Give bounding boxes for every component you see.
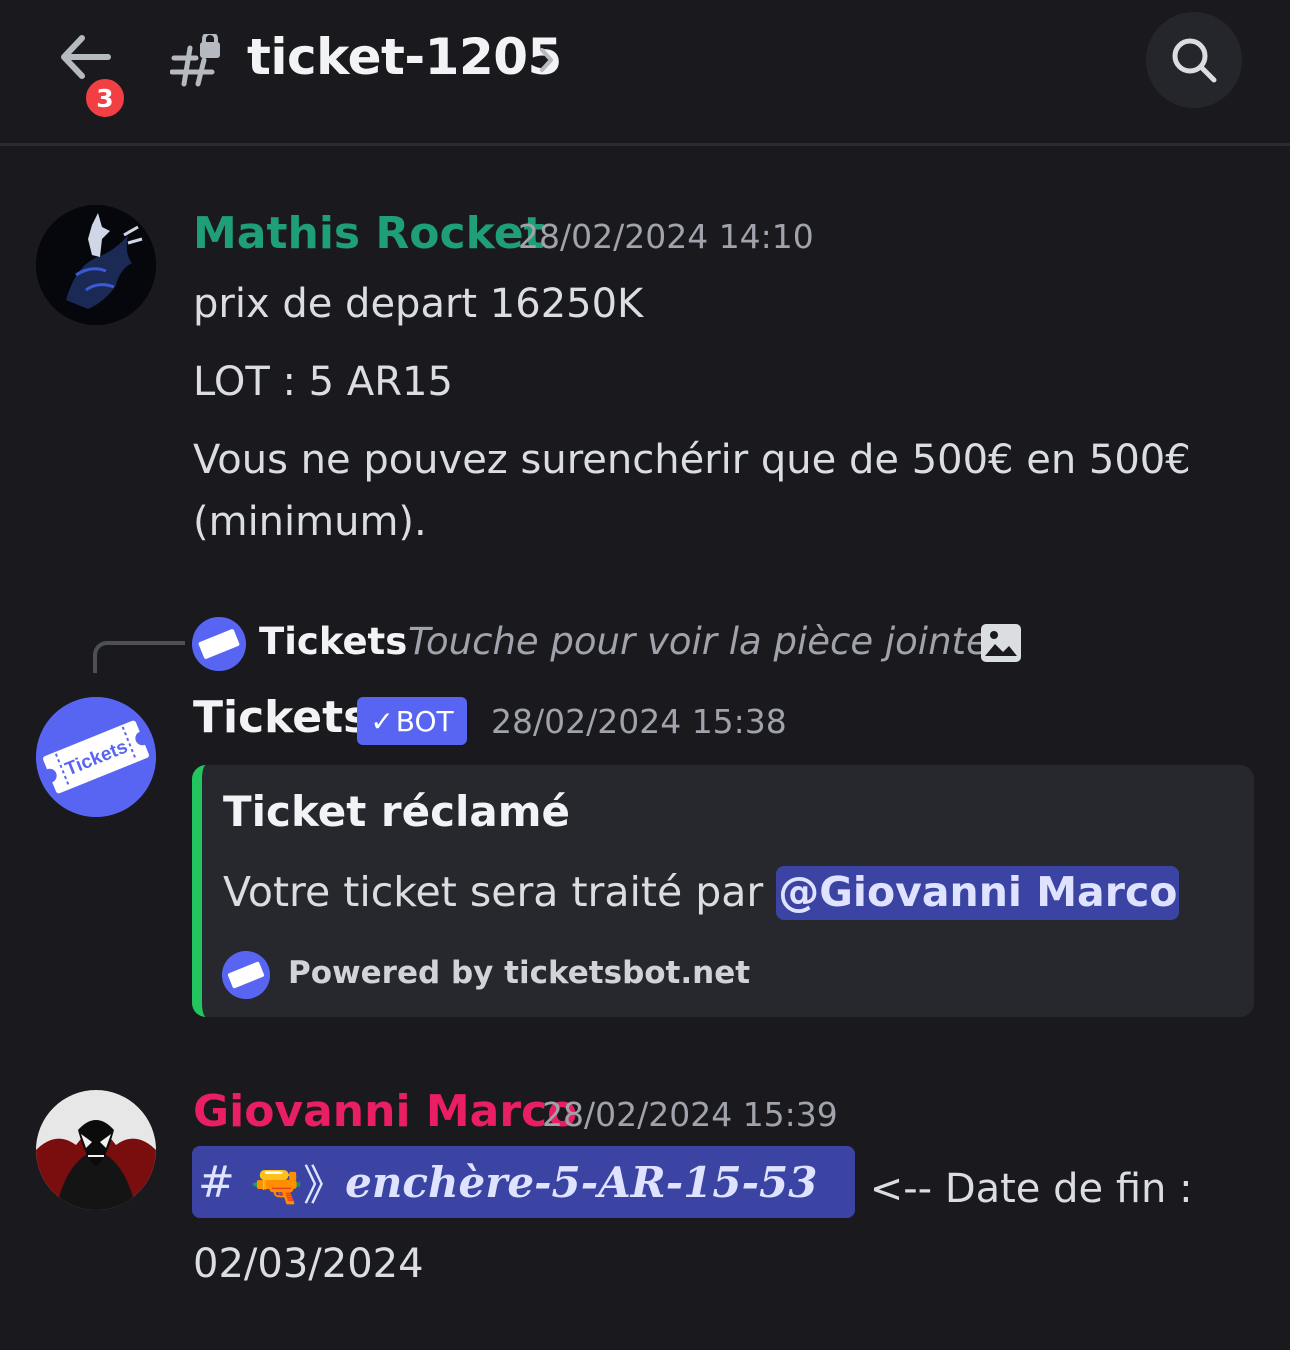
image-icon bbox=[981, 624, 1021, 662]
channel-header: 3 ticket-1205 bbox=[0, 0, 1290, 146]
reply-avatar[interactable] bbox=[192, 617, 246, 671]
message-text: <-- Date de fin : bbox=[857, 1166, 1193, 1212]
bot-tag-label: BOT bbox=[395, 704, 454, 738]
ticket-logo-icon: Tickets bbox=[36, 697, 156, 817]
embed-description-text: Votre ticket sera traité par bbox=[223, 868, 777, 916]
message-line: (minimum). bbox=[193, 499, 427, 545]
reply-author[interactable]: Tickets bbox=[259, 620, 407, 663]
message-line: prix de depart 16250K bbox=[193, 281, 644, 327]
author-name[interactable]: Giovanni Marco bbox=[193, 1086, 577, 1137]
bot-avatar[interactable]: Tickets bbox=[36, 697, 156, 817]
author-name[interactable]: Mathis Rocket bbox=[193, 208, 545, 259]
embed-description: Votre ticket sera traité par @Giovanni M… bbox=[223, 866, 1180, 920]
ticket-logo-icon bbox=[192, 617, 246, 671]
user-mention[interactable]: @Giovanni Marco bbox=[776, 866, 1180, 920]
search-button[interactable] bbox=[1146, 12, 1242, 108]
water-gun-emoji: 🔫》 bbox=[250, 1160, 346, 1210]
embed-card: Ticket réclamé Votre ticket sera traité … bbox=[192, 765, 1254, 1017]
message-line: Vous ne pouvez surenchérir que de 500€ e… bbox=[193, 437, 1191, 483]
embed-title: Ticket réclamé bbox=[223, 787, 571, 836]
locked-hash-icon bbox=[170, 34, 220, 87]
embed-footer-text: Powered by ticketsbot.net bbox=[288, 955, 751, 991]
bull-rider-avatar-art bbox=[36, 205, 156, 325]
reply-connector bbox=[93, 641, 185, 673]
avatar[interactable] bbox=[36, 1090, 156, 1210]
message-timestamp: 28/02/2024 14:10 bbox=[518, 217, 814, 256]
back-button[interactable]: 3 bbox=[48, 24, 129, 122]
hash-icon: # bbox=[198, 1156, 235, 1208]
unread-badge: 3 bbox=[81, 74, 129, 122]
channel-link[interactable]: # 🔫》 𝒆𝒏𝒄𝒉è𝒓𝒆-5-𝑨𝑹-15-53 bbox=[192, 1146, 855, 1218]
chevron-right-icon[interactable] bbox=[538, 45, 556, 75]
footer-icon bbox=[222, 951, 270, 999]
message-timestamp: 28/02/2024 15:38 bbox=[491, 702, 787, 741]
verified-check-icon: ✓ bbox=[370, 704, 394, 738]
avatar[interactable] bbox=[36, 205, 156, 325]
author-name[interactable]: Tickets bbox=[193, 692, 369, 743]
reply-preview-text[interactable]: Touche pour voir la pièce jointe bbox=[408, 620, 989, 663]
message-line: LOT : 5 AR15 bbox=[193, 359, 453, 405]
message-line: 02/03/2024 bbox=[193, 1241, 424, 1287]
channel-link-name: 𝒆𝒏𝒄𝒉è𝒓𝒆-5-𝑨𝑹-15-53 bbox=[345, 1157, 818, 1207]
search-icon bbox=[1172, 38, 1217, 83]
ticket-logo-icon bbox=[222, 951, 270, 999]
message-timestamp: 28/02/2024 15:39 bbox=[542, 1095, 838, 1134]
bot-tag: ✓ BOT bbox=[357, 697, 467, 745]
venom-avatar-art bbox=[36, 1090, 156, 1210]
channel-title[interactable]: ticket-1205 bbox=[247, 28, 562, 86]
